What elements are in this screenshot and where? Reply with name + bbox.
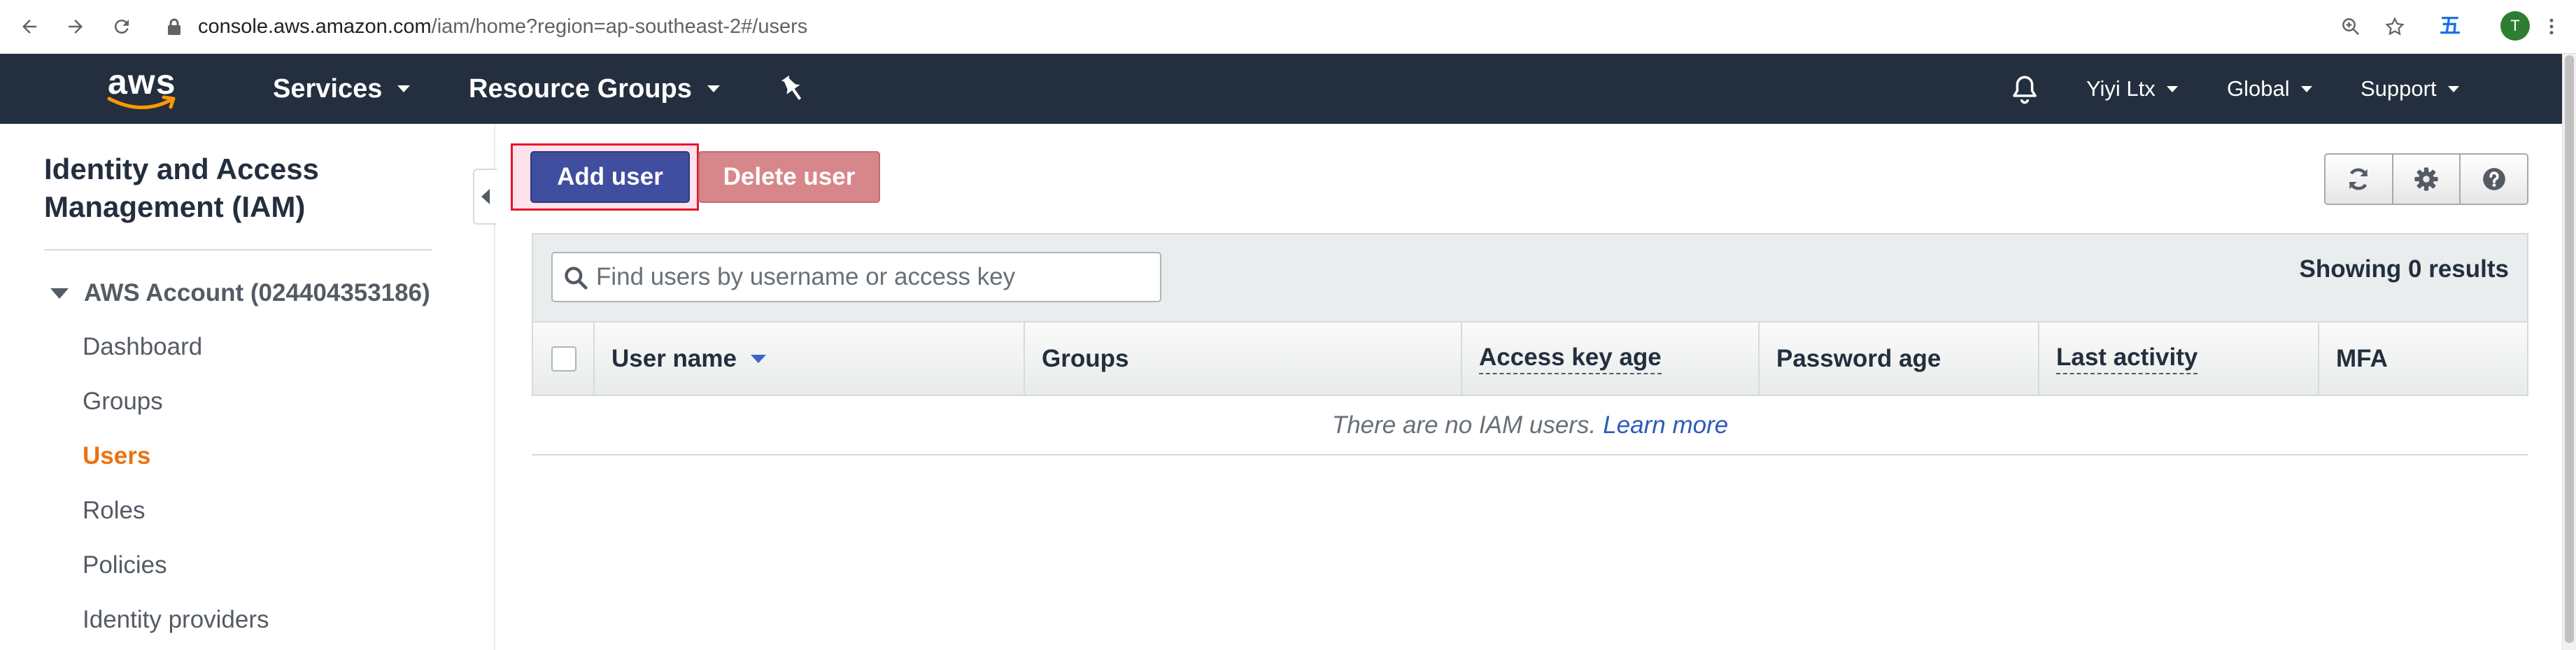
chevron-down-icon	[2166, 85, 2178, 92]
column-groups[interactable]: Groups	[1025, 323, 1462, 395]
column-access-key-age[interactable]: Access key age	[1462, 323, 1760, 395]
sidebar-item-policies[interactable]: Policies	[83, 551, 167, 580]
aws-account-toggle[interactable]: AWS Account (024404353186)	[50, 279, 430, 307]
resource-groups-menu[interactable]: Resource Groups	[469, 54, 720, 124]
delete-user-button[interactable]: Delete user	[698, 151, 880, 203]
table-actions	[2324, 153, 2528, 205]
profile-avatar[interactable]: T	[2500, 11, 2530, 41]
sidebar-item-roles[interactable]: Roles	[83, 496, 145, 525]
address-bar[interactable]: console.aws.amazon.com/iam/home?region=a…	[198, 15, 807, 38]
column-user-name[interactable]: User name	[595, 323, 1025, 395]
star-icon[interactable]	[2381, 13, 2409, 41]
back-icon[interactable]	[15, 13, 43, 41]
search-icon	[565, 267, 588, 290]
sidebar-divider	[44, 249, 432, 250]
browser-toolbar: console.aws.amazon.com/iam/home?region=a…	[0, 0, 2576, 54]
region-menu[interactable]: Global	[2227, 54, 2312, 124]
sidebar-item-dashboard[interactable]: Dashboard	[83, 332, 202, 362]
resource-groups-label: Resource Groups	[469, 73, 692, 104]
sidebar-collapse-button[interactable]	[473, 169, 497, 225]
chevron-down-icon	[397, 85, 411, 92]
sidebar-item-identity-providers[interactable]: Identity providers	[83, 605, 269, 635]
help-icon	[2482, 168, 2505, 190]
gear-icon	[2414, 167, 2438, 191]
users-table-header: User name Groups Access key age Password…	[532, 321, 2528, 396]
sidebar-title: Identity and Access Management (IAM)	[44, 153, 319, 223]
column-password-age-label: Password age	[1776, 344, 1941, 372]
menu-icon[interactable]	[2541, 13, 2562, 41]
column-last-activity-label: Last activity	[2056, 344, 2198, 374]
refresh-icon	[2349, 168, 2368, 190]
support-menu[interactable]: Support	[2361, 54, 2459, 124]
aws-smile-icon	[107, 95, 176, 109]
aws-logo[interactable]: aws	[105, 64, 182, 114]
lock-icon[interactable]	[167, 17, 182, 36]
page-scrollbar[interactable]	[2562, 54, 2576, 650]
sidebar: Identity and Access Management (IAM) AWS…	[0, 124, 495, 650]
user-menu[interactable]: Yiyi Ltx	[2086, 54, 2178, 124]
caret-left-icon	[481, 189, 490, 204]
region-label: Global	[2227, 76, 2290, 101]
caret-down-icon	[50, 288, 69, 299]
select-all-checkbox[interactable]	[551, 346, 576, 372]
url-host: console.aws.amazon.com	[198, 15, 432, 38]
services-menu[interactable]: Services	[273, 54, 411, 124]
column-groups-label: Groups	[1042, 344, 1129, 372]
chevron-down-icon	[707, 85, 720, 92]
bell-icon[interactable]	[2009, 73, 2040, 106]
empty-table-row: There are no IAM users. Learn more	[532, 396, 2528, 455]
url-path: /iam/home?region=ap-southeast-2#/users	[431, 15, 808, 38]
column-access-key-age-label: Access key age	[1479, 344, 1662, 374]
settings-button[interactable]	[2393, 155, 2461, 204]
reload-icon[interactable]	[108, 13, 136, 41]
add-user-button[interactable]: Add user	[530, 151, 690, 203]
aws-top-nav: aws Services Resource Groups Yiyi Ltx Gl…	[0, 54, 2562, 124]
select-all-cell	[533, 323, 595, 395]
chevron-down-icon	[2447, 85, 2459, 92]
column-mfa[interactable]: MFA	[2319, 323, 2527, 395]
sidebar-item-users[interactable]: Users	[83, 441, 150, 471]
scrollbar-thumb[interactable]	[2565, 55, 2574, 643]
sort-down-icon	[750, 354, 766, 363]
user-name: Yiyi Ltx	[2086, 76, 2156, 101]
column-user-name-label: User name	[611, 344, 737, 372]
extension-icon[interactable]: 五	[2436, 13, 2464, 41]
search-input[interactable]	[596, 253, 1153, 301]
help-button[interactable]	[2461, 155, 2527, 204]
forward-icon[interactable]	[62, 13, 90, 41]
empty-message: There are no IAM users.	[1331, 411, 1597, 439]
pin-icon[interactable]	[778, 73, 806, 104]
learn-more-link[interactable]: Learn more	[1603, 411, 1728, 439]
chevron-down-icon	[2300, 85, 2312, 92]
services-label: Services	[273, 73, 383, 104]
refresh-button[interactable]	[2326, 155, 2393, 204]
aws-account-label: AWS Account (024404353186)	[84, 279, 430, 306]
results-count: Showing 0 results	[2299, 255, 2510, 283]
column-mfa-label: MFA	[2336, 344, 2388, 372]
column-password-age[interactable]: Password age	[1760, 323, 2039, 395]
zoom-icon[interactable]	[2337, 13, 2365, 41]
support-label: Support	[2361, 76, 2437, 101]
sidebar-item-groups[interactable]: Groups	[83, 387, 163, 416]
column-last-activity[interactable]: Last activity	[2039, 323, 2319, 395]
user-search-field[interactable]	[551, 252, 1161, 302]
